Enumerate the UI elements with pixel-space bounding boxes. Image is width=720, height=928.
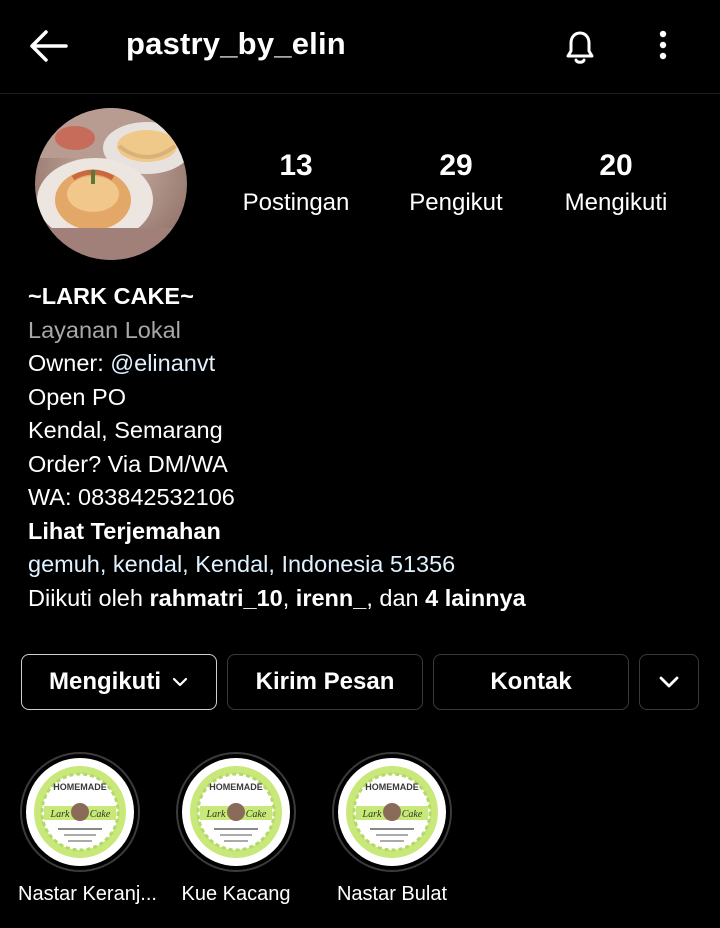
stat-posts[interactable]: 13 Postingan xyxy=(216,148,376,220)
owner-mention-link[interactable]: @elinanvt xyxy=(110,350,215,376)
address-link[interactable]: gemuh, kendal, Kendal, Indonesia 51356 xyxy=(28,548,688,582)
story-highlight[interactable]: HOMEMADE Lark Cake Kue Kacang xyxy=(174,752,298,908)
followed-by-user[interactable]: rahmatri_10 xyxy=(149,585,282,611)
contact-button-label: Kontak xyxy=(490,668,572,695)
stat-following-count: 20 xyxy=(599,149,633,182)
bio-line: Open PO xyxy=(28,383,126,410)
lark-cake-badge-icon: HOMEMADE Lark Cake xyxy=(346,766,438,858)
chevron-down-icon xyxy=(172,677,188,687)
highlight-ring: HOMEMADE Lark Cake xyxy=(332,752,452,872)
highlight-cover: HOMEMADE Lark Cake xyxy=(182,758,290,866)
stat-posts-label: Postingan xyxy=(242,189,350,216)
profile-username: pastry_by_elin xyxy=(126,26,346,61)
highlight-ring: HOMEMADE Lark Cake xyxy=(20,752,140,872)
more-vertical-icon[interactable] xyxy=(648,26,678,66)
lark-cake-badge-icon: HOMEMADE Lark Cake xyxy=(34,766,126,858)
header-divider xyxy=(0,93,720,94)
bio-line: Kendal, Semarang xyxy=(28,417,223,443)
contact-button[interactable]: Kontak xyxy=(433,654,629,710)
svg-text:HOMEMADE: HOMEMADE xyxy=(53,782,107,792)
highlight-cover: HOMEMADE Lark Cake xyxy=(338,758,446,866)
message-button[interactable]: Kirim Pesan xyxy=(227,654,423,710)
back-arrow-icon[interactable] xyxy=(26,26,70,66)
avatar[interactable] xyxy=(35,108,187,260)
svg-text:Cake: Cake xyxy=(402,809,423,820)
svg-text:Lark: Lark xyxy=(362,809,382,820)
suggested-accounts-button[interactable] xyxy=(639,654,699,710)
svg-text:HOMEMADE: HOMEMADE xyxy=(209,782,263,792)
followed-by-user[interactable]: irenn_ xyxy=(296,585,367,611)
chevron-down-icon xyxy=(659,676,679,688)
bio-owner-prefix: Owner: xyxy=(28,350,111,376)
followed-by-line[interactable]: Diikuti oleh rahmatri_10, irenn_, dan 4 … xyxy=(28,582,688,616)
profile-name: ~LARK CAKE~ xyxy=(28,283,194,309)
message-button-label: Kirim Pesan xyxy=(255,668,395,695)
svg-text:Lark: Lark xyxy=(50,809,70,820)
stat-following[interactable]: 20 Mengikuti xyxy=(536,148,696,220)
highlight-label: Nastar Bulat xyxy=(336,883,448,905)
stat-followers-count: 29 xyxy=(439,149,473,182)
stat-followers[interactable]: 29 Pengikut xyxy=(376,148,536,220)
followed-by-others[interactable]: 4 lainnya xyxy=(425,585,526,611)
story-highlight[interactable]: HOMEMADE Lark Cake Nastar Keranj... xyxy=(18,752,157,908)
svg-text:HOMEMADE: HOMEMADE xyxy=(365,782,419,792)
highlight-cover: HOMEMADE Lark Cake xyxy=(26,758,134,866)
followed-by-prefix: Diikuti oleh xyxy=(28,584,150,611)
svg-text:Cake: Cake xyxy=(90,809,111,820)
bio-line: WA: 083842532106 xyxy=(28,484,235,510)
stat-followers-label: Pengikut xyxy=(409,189,503,216)
bio-owner-line: Owner: @elinanvt xyxy=(28,347,688,381)
svg-text:Lark: Lark xyxy=(206,809,226,820)
svg-text:Cake: Cake xyxy=(246,809,267,820)
profile-bio: ~LARK CAKE~ Layanan Lokal Owner: @elinan… xyxy=(28,280,688,615)
profile-category: Layanan Lokal xyxy=(28,316,181,343)
story-highlight[interactable]: HOMEMADE Lark Cake Nastar Bulat xyxy=(330,752,454,908)
following-button[interactable]: Mengikuti xyxy=(21,654,217,710)
highlight-ring: HOMEMADE Lark Cake xyxy=(176,752,296,872)
see-translation-link[interactable]: Lihat Terjemahan xyxy=(28,515,688,549)
followed-by-separator: , xyxy=(282,584,296,611)
stat-following-label: Mengikuti xyxy=(564,189,668,216)
following-button-label: Mengikuti xyxy=(49,668,161,695)
lark-cake-badge-icon: HOMEMADE Lark Cake xyxy=(190,766,282,858)
highlight-label: Nastar Keranj... xyxy=(18,883,157,905)
bio-line: Order? Via DM/WA xyxy=(28,450,228,477)
stat-posts-count: 13 xyxy=(279,149,313,182)
followed-by-and: , dan xyxy=(366,584,426,611)
highlight-label: Kue Kacang xyxy=(181,883,291,905)
top-bar: pastry_by_elin xyxy=(0,0,720,92)
bell-icon[interactable] xyxy=(558,24,602,68)
